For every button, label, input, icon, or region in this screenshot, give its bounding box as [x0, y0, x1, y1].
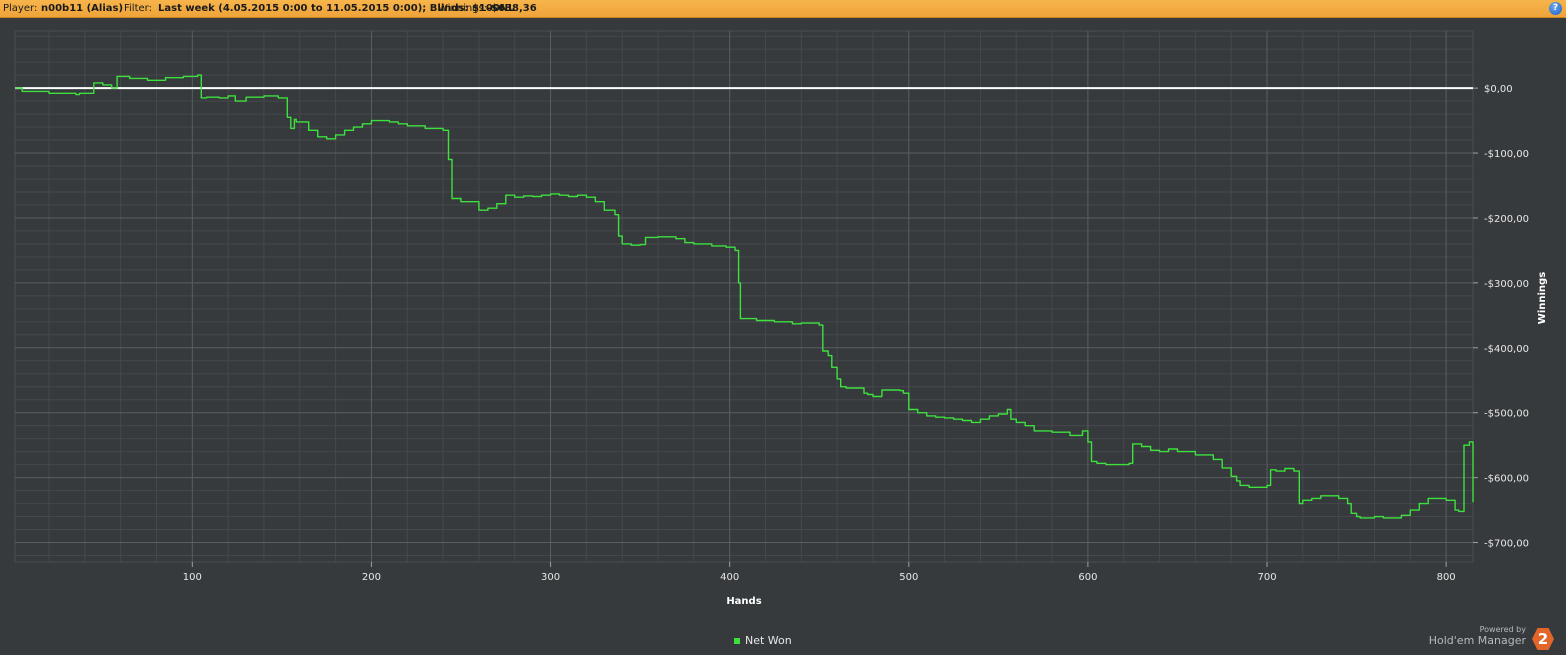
- y-axis-title: Winnings: [1537, 272, 1548, 324]
- major-grid: [15, 31, 1473, 562]
- powered-by-text: Powered by: [1479, 625, 1526, 634]
- x-tick-label: 300: [541, 572, 560, 583]
- y-tick-label: $0,00: [1484, 84, 1513, 95]
- y-tick-label: -$200,00: [1484, 214, 1529, 225]
- legend-swatch-net-won: [734, 637, 740, 644]
- minor-grid: [15, 31, 1473, 562]
- y-tick-label: -$700,00: [1484, 539, 1529, 550]
- legend[interactable]: Net Won: [734, 634, 792, 647]
- y-tick-label: -$600,00: [1484, 474, 1529, 485]
- x-tick-label: 700: [1257, 572, 1276, 583]
- x-tick-label: 500: [899, 572, 918, 583]
- x-tick-label: 200: [362, 572, 381, 583]
- y-tick-label: -$500,00: [1484, 409, 1529, 420]
- y-tick-label: -$300,00: [1484, 279, 1529, 290]
- x-axis-title: Hands: [726, 596, 761, 607]
- plot-frame: [14, 30, 1474, 563]
- x-tick-label: 400: [720, 572, 739, 583]
- winnings-chart: $0,00 -$100,00 -$200,00 -$300,00 -$400,00 -$5…: [14, 30, 1548, 607]
- x-tick-label: 100: [183, 572, 202, 583]
- x-axis: 100 200 300 400 500 600 700 800: [183, 562, 1456, 583]
- y-tick-label: -$100,00: [1484, 149, 1529, 160]
- x-tick-label: 800: [1437, 572, 1456, 583]
- x-tick-label: 600: [1078, 572, 1097, 583]
- legend-label-net-won: Net Won: [745, 634, 792, 647]
- y-axis: $0,00 -$100,00 -$200,00 -$300,00 -$400,00 -$5…: [1473, 84, 1529, 550]
- product-name: Hold'em Manager: [1428, 634, 1526, 647]
- y-tick-label: -$400,00: [1484, 344, 1529, 355]
- powered-by-branding: Powered by Hold'em Manager: [1429, 625, 1526, 648]
